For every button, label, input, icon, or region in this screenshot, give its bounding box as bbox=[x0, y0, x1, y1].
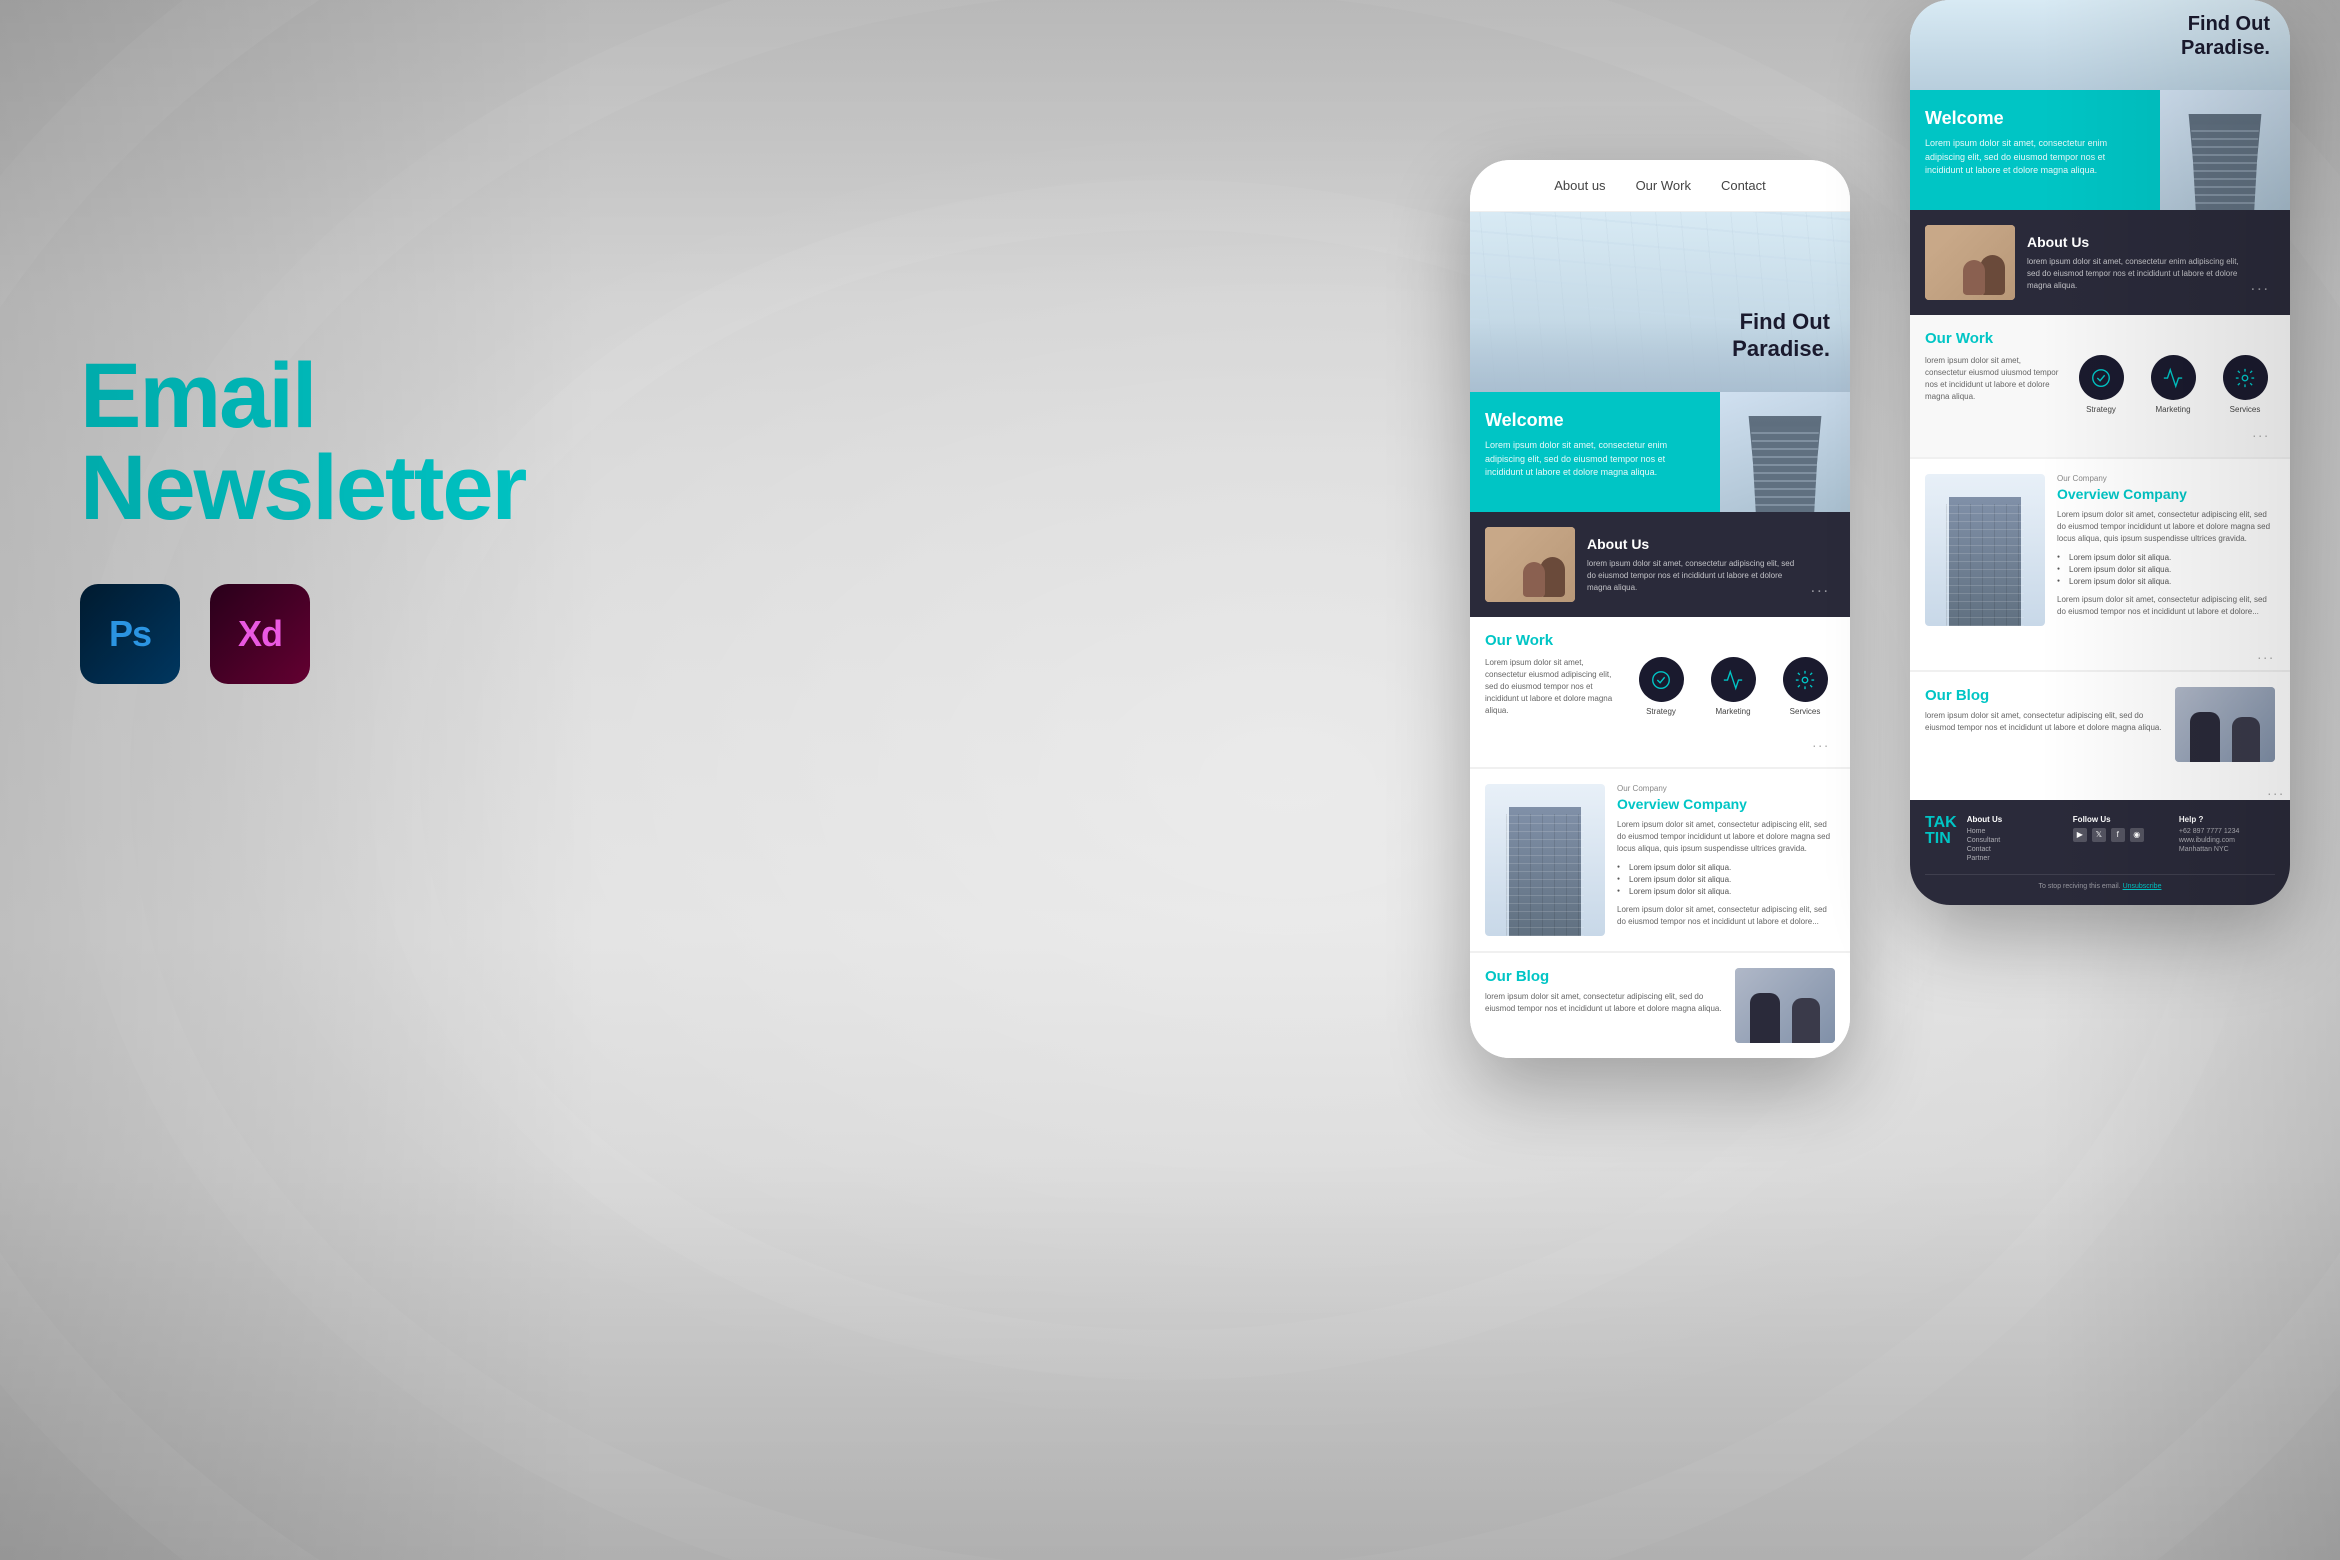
welcome-section-right: Welcome Lorem ipsum dolor sit amet, cons… bbox=[1910, 90, 2290, 210]
footer-follow-col: Follow Us ▶ 𝕏 f ◉ bbox=[2073, 815, 2169, 864]
email-nav-left: About us Our Work Contact bbox=[1470, 160, 1850, 212]
work-icon-services-right: Services bbox=[2215, 355, 2275, 414]
twitter-icon[interactable]: 𝕏 bbox=[2092, 828, 2106, 842]
about-body: lorem ipsum dolor sit amet, consectetur … bbox=[1587, 558, 1799, 594]
hero-bg-image bbox=[1470, 212, 1850, 392]
footer-about-col: About Us Home Consultant Contact Partner bbox=[1967, 815, 2063, 864]
about-image bbox=[1485, 527, 1575, 602]
company-title: Overview Company bbox=[1617, 796, 1835, 813]
company-bullets-right: Lorem ipsum dolor sit aliqua. Lorem ipsu… bbox=[2057, 553, 2275, 586]
left-panel: Email Newsletter Ps Xd bbox=[80, 350, 500, 684]
blog-section-right: Our Blog lorem ipsum dolor sit amet, con… bbox=[1910, 672, 2290, 777]
hero-text-right: Find Out Paradise. bbox=[2181, 12, 2270, 60]
about-dots-right: ... bbox=[2251, 277, 2275, 295]
work-icon-services: Services bbox=[1775, 657, 1835, 716]
facebook-icon[interactable]: f bbox=[2111, 828, 2125, 842]
our-work-dots-right: ... bbox=[1925, 419, 2275, 442]
blog-title: Our Blog bbox=[1485, 968, 1723, 985]
software-icons: Ps Xd bbox=[80, 584, 500, 684]
phone-mockup-right: Find Out Paradise. Welcome Lorem ipsum d… bbox=[1910, 0, 2290, 905]
unsubscribe-link[interactable]: Unsubscribe bbox=[2123, 883, 2162, 890]
xd-icon: Xd bbox=[210, 584, 310, 684]
email-footer: TAK TIN About Us Home Consultant Contact… bbox=[1910, 800, 2290, 905]
phone-mockup-left: About us Our Work Contact Find Out Parad… bbox=[1470, 160, 1850, 1058]
about-image-right bbox=[1925, 225, 2015, 300]
welcome-title: Welcome bbox=[1485, 410, 1705, 431]
company-building-image bbox=[1485, 784, 1605, 936]
blog-image-right bbox=[2175, 687, 2275, 762]
company-body-right: Lorem ipsum dolor sit amet, consectetur … bbox=[2057, 509, 2275, 545]
our-work-title-right: Our Work bbox=[1925, 330, 2275, 347]
blog-section-left: Our Blog lorem ipsum dolor sit amet, con… bbox=[1470, 953, 1850, 1058]
youtube-icon[interactable]: ▶ bbox=[2073, 828, 2087, 842]
company-section-left: Our Company Overview Company Lorem ipsum… bbox=[1470, 769, 1850, 951]
hero-section-right: Find Out Paradise. bbox=[1910, 0, 2290, 90]
bullet-2: Lorem ipsum dolor sit aliqua. bbox=[1617, 875, 1835, 884]
blog-body-right: lorem ipsum dolor sit amet, consectetur … bbox=[1925, 710, 2163, 734]
welcome-building-image bbox=[1720, 392, 1850, 512]
our-work-section-right: Our Work lorem ipsum dolor sit amet, con… bbox=[1910, 315, 2290, 457]
bullet-r2: Lorem ipsum dolor sit aliqua. bbox=[2057, 565, 2275, 574]
hero-text-left: Find Out Paradise. bbox=[1732, 309, 1830, 362]
blog-dots-right: ... bbox=[1910, 777, 2290, 800]
footer-social-icons: ▶ 𝕏 f ◉ bbox=[2073, 828, 2169, 842]
bullet-3: Lorem ipsum dolor sit aliqua. bbox=[1617, 887, 1835, 896]
company-bullets: Lorem ipsum dolor sit aliqua. Lorem ipsu… bbox=[1617, 863, 1835, 896]
footer-help-col: Help ? +62 897 7777 1234 www.ibulding.co… bbox=[2179, 815, 2275, 864]
about-dots: ... bbox=[1811, 579, 1835, 597]
bullet-r1: Lorem ipsum dolor sit aliqua. bbox=[2057, 553, 2275, 562]
bullet-r3: Lorem ipsum dolor sit aliqua. bbox=[2057, 577, 2275, 586]
footer-grid: TAK TIN About Us Home Consultant Contact… bbox=[1925, 815, 2275, 864]
hero-section-left: Find Out Paradise. bbox=[1470, 212, 1850, 392]
welcome-body-right: Lorem ipsum dolor sit amet, consectetur … bbox=[1925, 137, 2145, 178]
about-section-left: About Us lorem ipsum dolor sit amet, con… bbox=[1470, 512, 1850, 617]
our-work-dots: ... bbox=[1485, 729, 1835, 752]
work-icon-strategy-right: Strategy bbox=[2071, 355, 2131, 414]
nav-item-work[interactable]: Our Work bbox=[1636, 178, 1691, 193]
footer-logo: TAK TIN bbox=[1925, 815, 1957, 864]
bullet-1: Lorem ipsum dolor sit aliqua. bbox=[1617, 863, 1835, 872]
company-body2-right: Lorem ipsum dolor sit amet, consectetur … bbox=[2057, 594, 2275, 618]
welcome-title-right: Welcome bbox=[1925, 108, 2145, 129]
work-icon-marketing: Marketing bbox=[1703, 657, 1763, 716]
work-icon-strategy: Strategy bbox=[1631, 657, 1691, 716]
our-work-body: Lorem ipsum dolor sit amet, consectetur … bbox=[1485, 657, 1621, 717]
company-building-image-right bbox=[1925, 474, 2045, 626]
company-title-right: Overview Company bbox=[2057, 486, 2275, 503]
welcome-body: Lorem ipsum dolor sit amet, consectetur … bbox=[1485, 439, 1705, 480]
company-section-right: Our Company Overview Company Lorem ipsum… bbox=[1910, 459, 2290, 641]
nav-item-about[interactable]: About us bbox=[1554, 178, 1605, 193]
blog-title-right: Our Blog bbox=[1925, 687, 2163, 704]
footer-unsubscribe: To stop reciving this email. Unsubscribe bbox=[1925, 874, 2275, 890]
page-title: Email Newsletter bbox=[80, 350, 500, 534]
about-section-right: About Us lorem ipsum dolor sit amet, con… bbox=[1910, 210, 2290, 315]
company-label: Our Company bbox=[1617, 784, 1835, 793]
our-work-section-left: Our Work Lorem ipsum dolor sit amet, con… bbox=[1470, 617, 1850, 767]
company-dots-right: ... bbox=[1910, 641, 2290, 670]
photoshop-icon: Ps bbox=[80, 584, 180, 684]
company-body2: Lorem ipsum dolor sit amet, consectetur … bbox=[1617, 904, 1835, 928]
blog-image bbox=[1735, 968, 1835, 1043]
nav-item-contact[interactable]: Contact bbox=[1721, 178, 1766, 193]
work-icon-marketing-right: Marketing bbox=[2143, 355, 2203, 414]
about-title: About Us bbox=[1587, 536, 1799, 552]
welcome-section-left: Welcome Lorem ipsum dolor sit amet, cons… bbox=[1470, 392, 1850, 512]
instagram-icon[interactable]: ◉ bbox=[2130, 828, 2144, 842]
company-label-right: Our Company bbox=[2057, 474, 2275, 483]
about-body-right: lorem ipsum dolor sit amet, consectetur … bbox=[2027, 256, 2239, 292]
our-work-body-right: lorem ipsum dolor sit amet, consectetur … bbox=[1925, 355, 2061, 403]
blog-body: lorem ipsum dolor sit amet, consectetur … bbox=[1485, 991, 1723, 1015]
about-title-right: About Us bbox=[2027, 234, 2239, 250]
company-body: Lorem ipsum dolor sit amet, consectetur … bbox=[1617, 819, 1835, 855]
our-work-title: Our Work bbox=[1485, 632, 1835, 649]
phones-container: About us Our Work Contact Find Out Parad… bbox=[1470, 0, 2290, 1058]
welcome-building-image-right bbox=[2160, 90, 2290, 210]
